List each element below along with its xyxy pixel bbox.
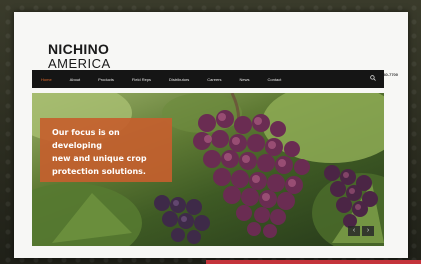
bottom-accent-bar bbox=[206, 260, 421, 264]
hero-message-box: Our focus is on developing new and uniqu… bbox=[40, 118, 172, 182]
logo-line1: NICHINO bbox=[48, 41, 110, 57]
slider-prev-button[interactable]: ‹ bbox=[348, 226, 360, 236]
hero-banner: Our focus is on developing new and uniqu… bbox=[32, 93, 384, 246]
slider-controls: ‹ › bbox=[348, 226, 374, 236]
nav-item-home[interactable]: Home bbox=[32, 77, 61, 82]
logo-line2: AMERICA bbox=[48, 56, 111, 71]
nav-item-products[interactable]: Products bbox=[89, 77, 123, 82]
logo[interactable]: NICHINO AMERICA bbox=[48, 42, 111, 70]
hero-line-2: new and unique crop bbox=[52, 154, 147, 163]
hero-line-1: Our focus is on developing bbox=[52, 128, 120, 150]
slider-next-button[interactable]: › bbox=[362, 226, 374, 236]
nav-item-field-reps[interactable]: Field Reps bbox=[123, 77, 160, 82]
main-nav: Home About Products Field Reps Distribut… bbox=[32, 70, 384, 88]
nav-item-distributors[interactable]: Distributors bbox=[160, 77, 198, 82]
nav-item-careers[interactable]: Careers bbox=[198, 77, 230, 82]
nav-item-about[interactable]: About bbox=[61, 77, 89, 82]
hero-line-3: protection solutions. bbox=[52, 167, 146, 176]
nav-item-news[interactable]: News bbox=[231, 77, 259, 82]
nav-item-contact[interactable]: Contact bbox=[259, 77, 291, 82]
search-icon[interactable] bbox=[370, 75, 376, 81]
